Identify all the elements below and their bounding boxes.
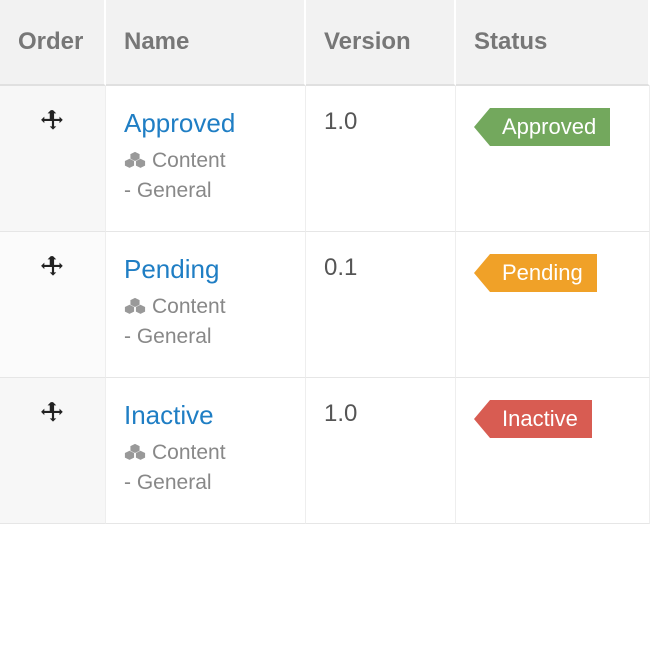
table-row: Pending Content - General 0.1 Pending <box>0 232 650 378</box>
column-header-name[interactable]: Name <box>106 0 306 86</box>
table-row: Inactive Content - General 1.0 Inactive <box>0 378 650 524</box>
content-table: Order Name Version Status Approved Conte… <box>0 0 650 524</box>
item-type-line: Content <box>124 149 287 173</box>
name-cell: Inactive Content - General <box>106 378 306 524</box>
drag-handle-cell <box>0 86 106 232</box>
item-subtype-label: - General <box>124 471 287 495</box>
move-icon[interactable] <box>40 108 66 141</box>
name-cell: Approved Content - General <box>106 86 306 232</box>
table-header-row: Order Name Version Status <box>0 0 650 86</box>
version-cell: 1.0 <box>306 378 456 524</box>
item-name-link[interactable]: Inactive <box>124 400 214 431</box>
column-header-version[interactable]: Version <box>306 0 456 86</box>
column-header-status[interactable]: Status <box>456 0 650 86</box>
status-cell: Approved <box>456 86 650 232</box>
cubes-icon <box>124 151 146 171</box>
item-subtype-label: - General <box>124 325 287 349</box>
item-name-link[interactable]: Approved <box>124 108 235 139</box>
status-badge: Pending <box>490 254 597 292</box>
item-type-line: Content <box>124 441 287 465</box>
status-badge: Approved <box>490 108 610 146</box>
status-cell: Pending <box>456 232 650 378</box>
item-name-link[interactable]: Pending <box>124 254 219 285</box>
status-cell: Inactive <box>456 378 650 524</box>
move-icon[interactable] <box>40 400 66 433</box>
cubes-icon <box>124 297 146 317</box>
cubes-icon <box>124 443 146 463</box>
drag-handle-cell <box>0 232 106 378</box>
version-cell: 1.0 <box>306 86 456 232</box>
column-header-order[interactable]: Order <box>0 0 106 86</box>
name-cell: Pending Content - General <box>106 232 306 378</box>
status-badge: Inactive <box>490 400 592 438</box>
item-type-label: Content <box>152 295 226 319</box>
move-icon[interactable] <box>40 254 66 287</box>
item-type-label: Content <box>152 441 226 465</box>
item-type-label: Content <box>152 149 226 173</box>
item-type-line: Content <box>124 295 287 319</box>
version-cell: 0.1 <box>306 232 456 378</box>
table-row: Approved Content - General 1.0 Approved <box>0 86 650 232</box>
drag-handle-cell <box>0 378 106 524</box>
item-subtype-label: - General <box>124 179 287 203</box>
